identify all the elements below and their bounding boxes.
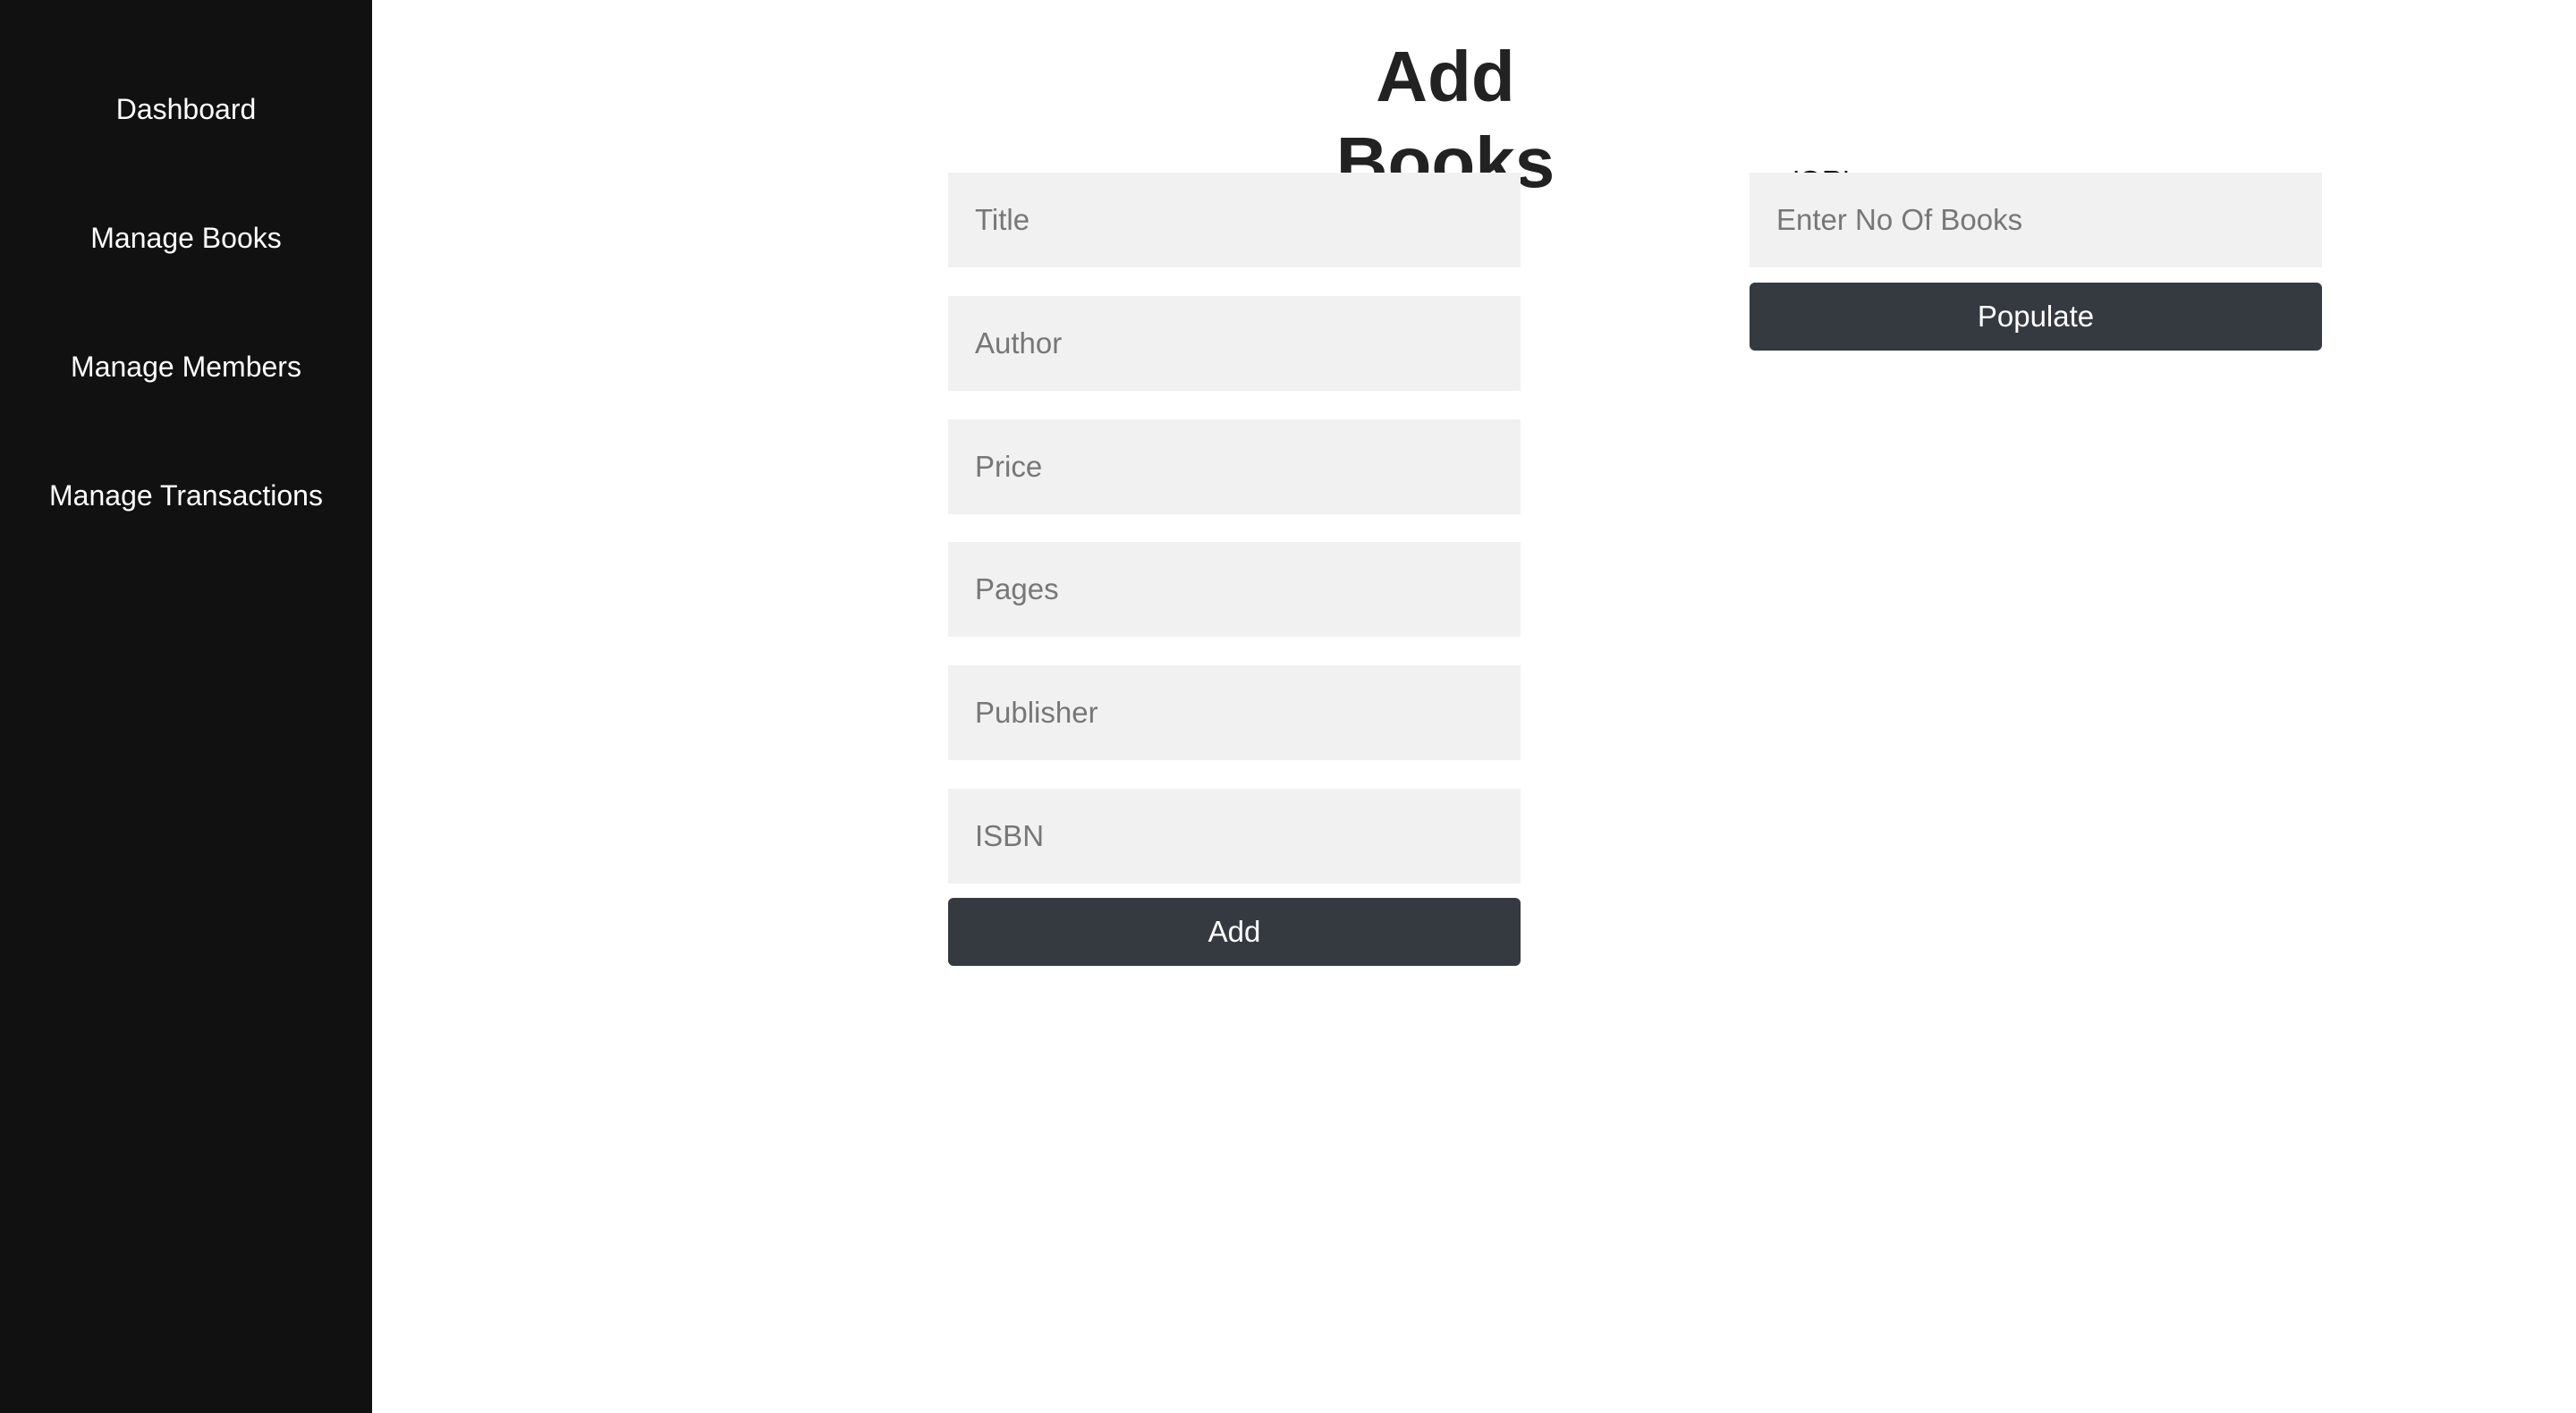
sidebar-item-manage-books[interactable]: Manage Books: [0, 220, 372, 256]
number-of-books-input[interactable]: [1750, 173, 2322, 267]
main-content: Add Books Add 'OR' Populate: [372, 0, 2576, 1413]
pages-input[interactable]: [948, 542, 1521, 637]
title-input[interactable]: [948, 173, 1521, 267]
sidebar-item-manage-transactions[interactable]: Manage Transactions: [0, 478, 372, 513]
sidebar-item-dashboard[interactable]: Dashboard: [0, 91, 372, 127]
publisher-input[interactable]: [948, 665, 1521, 760]
price-input[interactable]: [948, 419, 1521, 514]
populate-button[interactable]: Populate: [1750, 283, 2322, 351]
app-window: Dashboard Manage Books Manage Members Ma…: [0, 0, 2576, 1413]
sidebar: Dashboard Manage Books Manage Members Ma…: [0, 0, 372, 1413]
author-input[interactable]: [948, 296, 1521, 391]
add-button[interactable]: Add: [948, 898, 1521, 966]
isbn-input[interactable]: [948, 789, 1521, 884]
sidebar-item-manage-members[interactable]: Manage Members: [0, 349, 372, 385]
